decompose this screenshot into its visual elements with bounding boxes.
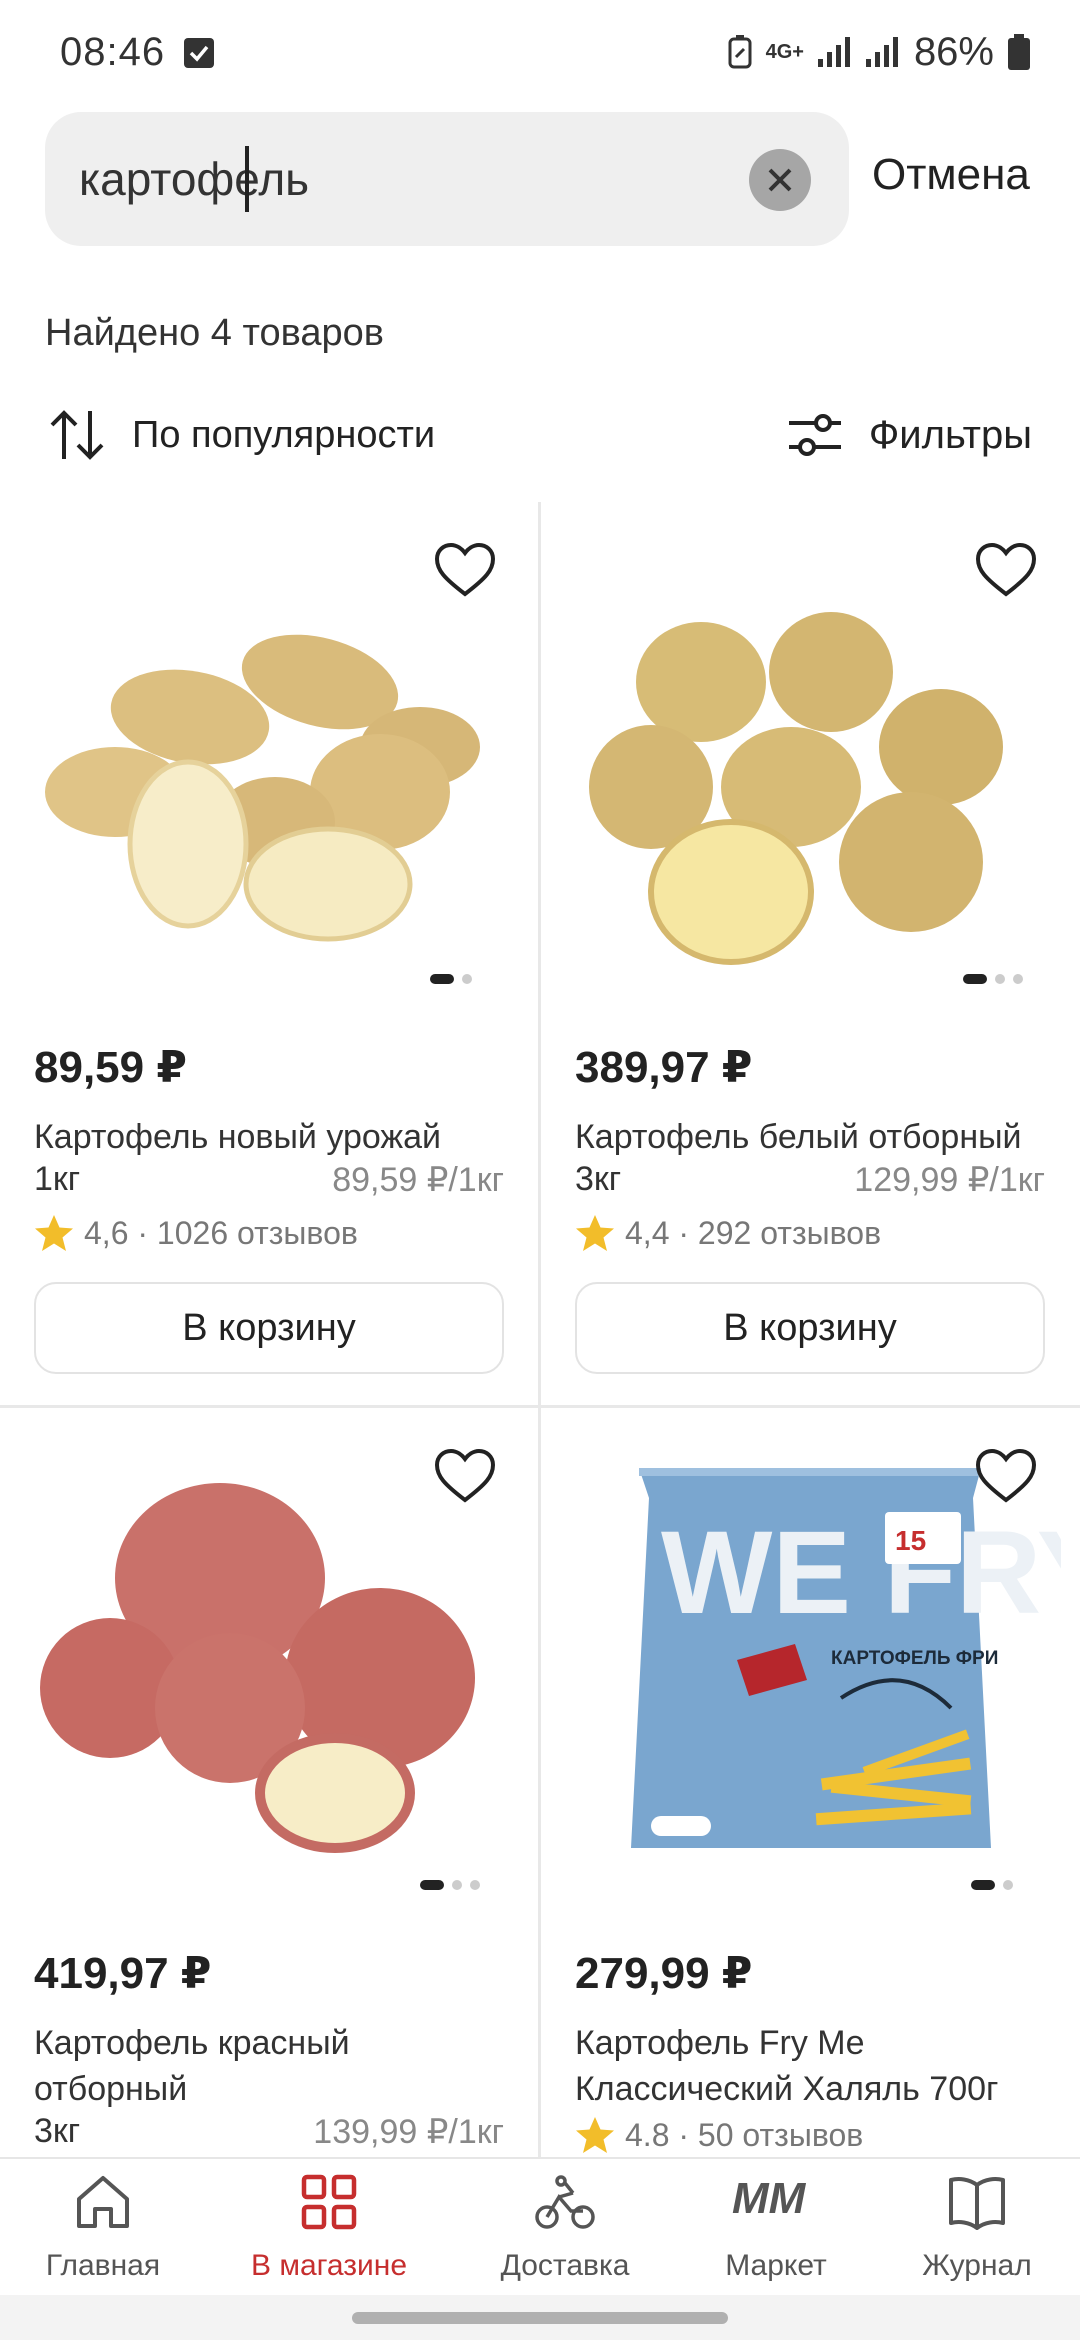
search-query: картофель [79, 153, 310, 205]
unit-price: 139,99 ₽/1кг [313, 2113, 504, 2151]
clear-search-button[interactable] [749, 149, 811, 211]
network-type: 4G+ [766, 42, 804, 62]
bottom-navigation: Главная В магазине Доставка MM Маркет Жу… [0, 2157, 1080, 2295]
status-time: 08:46 [60, 30, 166, 74]
image-pager [420, 1880, 480, 1890]
product-image [589, 612, 1003, 965]
product-rating: 4,6 · 1026 отзывов [34, 1214, 358, 1252]
pager-dot [1013, 974, 1023, 984]
product-price: 419,97 ₽ [34, 1949, 212, 1998]
search-input[interactable]: картофель [45, 112, 849, 246]
product-card[interactable]: 89,59 ₽ Картофель новый урожай 1кг 89,59… [0, 502, 538, 1404]
bike-icon [535, 2175, 595, 2229]
nav-label: Главная [45, 2249, 161, 2282]
filters-button[interactable]: Фильтры [787, 400, 1032, 470]
heart-icon[interactable] [434, 1448, 496, 1504]
gesture-handle[interactable] [352, 2312, 728, 2324]
cancel-button[interactable]: Отмена [872, 150, 1030, 200]
nav-delivery[interactable]: Доставка [452, 2159, 678, 2297]
home-icon [77, 2176, 129, 2228]
pager-dot [462, 974, 472, 984]
status-bar: 08:46 4G+ 86% [0, 0, 1080, 104]
star-icon [576, 1215, 614, 1251]
book-icon [949, 2177, 1005, 2230]
product-price: 89,59 ₽ [34, 1043, 187, 1092]
pager-dot [1003, 1880, 1013, 1890]
unit-price: 129,99 ₽/1кг [854, 1161, 1045, 1199]
text-cursor [245, 146, 249, 212]
package-label: КАРТОФЕЛЬ ФРИ [831, 1648, 998, 1669]
rating-text: 4,6 · 1026 отзывов [84, 1214, 358, 1251]
nav-label: В магазине [250, 2249, 408, 2282]
heart-icon[interactable] [975, 1448, 1037, 1504]
signal-icon-2 [865, 37, 898, 67]
product-price: 389,97 ₽ [575, 1043, 753, 1092]
nav-journal[interactable]: Журнал [874, 2159, 1080, 2297]
store-grid-icon [301, 2174, 357, 2230]
product-card[interactable]: WE FRY КАРТОФЕЛЬ ФРИ 15 279,99 ₽ Картофе… [541, 1408, 1079, 2157]
product-title: Картофель Fry Me Классический Халяль 700… [575, 2024, 999, 2108]
product-title: Картофель красный отборный [34, 2024, 350, 2108]
product-title: Картофель белый отборный [575, 1118, 1022, 1156]
mm-logo-icon: MM [732, 2174, 807, 2223]
pager-dot [420, 1880, 444, 1890]
pager-dot [971, 1880, 995, 1890]
pager-dot [430, 974, 454, 984]
nav-home[interactable]: Главная [0, 2159, 206, 2297]
package-brand: WE FRY [661, 1507, 1061, 1639]
battery-percent: 86% [913, 29, 994, 74]
close-icon [768, 168, 792, 192]
status-indicators: 4G+ 86% [728, 30, 1030, 74]
svg-text:MM: MM [732, 2174, 807, 2223]
product-card[interactable]: 389,97 ₽ Картофель белый отборный 3кг 12… [541, 502, 1079, 1404]
sort-arrows-icon [50, 410, 104, 460]
signal-icon [817, 37, 850, 67]
pager-dot [995, 974, 1005, 984]
product-rating: 4,4 · 292 отзывов [575, 1214, 881, 1252]
add-to-cart-button[interactable]: В корзину [575, 1282, 1045, 1374]
image-pager [971, 1880, 1013, 1890]
product-card[interactable]: 419,97 ₽ Картофель красный отборный 3кг … [0, 1408, 538, 2157]
product-image [45, 634, 480, 942]
nav-label: Журнал [922, 2249, 1032, 2282]
notification-check-icon [184, 38, 214, 68]
heart-icon[interactable] [975, 542, 1037, 598]
heart-icon[interactable] [434, 542, 496, 598]
svg-text:15: 15 [895, 1525, 926, 1556]
sort-button[interactable]: По популярности [48, 400, 435, 470]
star-icon [576, 2117, 614, 2153]
product-price: 279,99 ₽ [575, 1949, 753, 1998]
nav-label: Доставка [500, 2249, 630, 2282]
nav-store[interactable]: В магазине [206, 2159, 452, 2297]
pager-dot [452, 1880, 462, 1890]
rating-text: 4.8 · 50 отзывов [625, 2116, 864, 2153]
filters-label: Фильтры [868, 412, 1032, 457]
product-image: WE FRY КАРТОФЕЛЬ ФРИ 15 [631, 1468, 1061, 1848]
product-image [40, 1483, 475, 1853]
battery-icon [1008, 34, 1030, 70]
nav-label: Маркет [725, 2249, 827, 2282]
filter-sliders-icon [788, 414, 841, 456]
image-pager [430, 974, 472, 984]
unit-price: 89,59 ₽/1кг [332, 1161, 504, 1199]
product-weight: 1кг [34, 1160, 81, 1198]
image-pager [963, 974, 1023, 984]
network-label: 4G+ [765, 41, 804, 63]
nav-market[interactable]: MM Маркет [678, 2159, 874, 2297]
product-weight: 3кг [34, 2112, 81, 2150]
result-count: Найдено 4 товаров [45, 312, 384, 354]
product-title: Картофель новый урожай [34, 1118, 442, 1156]
battery-saver-icon [728, 35, 752, 69]
product-rating: 4.8 · 50 отзывов [575, 2116, 863, 2154]
add-to-cart-button[interactable]: В корзину [34, 1282, 504, 1374]
pager-dot [963, 974, 987, 984]
star-icon [35, 1215, 73, 1251]
rating-text: 4,4 · 292 отзывов [625, 1214, 882, 1251]
product-weight: 3кг [575, 1160, 622, 1198]
pager-dot [470, 1880, 480, 1890]
sort-label: По популярности [132, 413, 436, 456]
